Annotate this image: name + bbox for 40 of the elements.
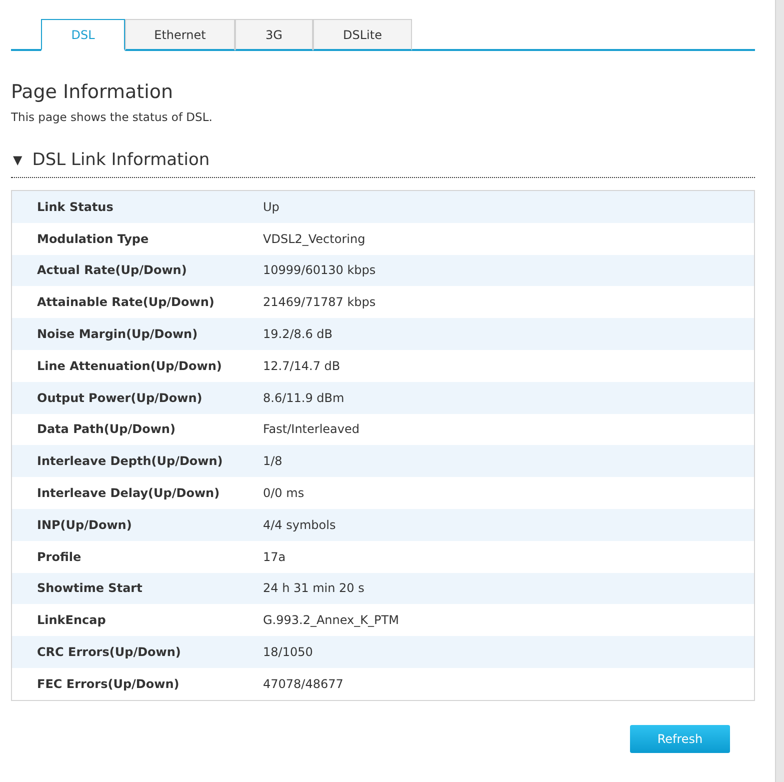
field-label: Interleave Depth(Up/Down) [36, 454, 224, 468]
field-value: Up [263, 200, 280, 214]
tab[interactable]: 3G [235, 19, 313, 51]
field-value: 21469/71787 kbps [263, 295, 376, 310]
page-description: This page shows the status of DSL. [11, 110, 214, 124]
field-label: CRC Errors(Up/Down) [36, 645, 182, 660]
field-label: Data Path(Up/Down) [36, 422, 176, 436]
section-title: DSL Link Information [32, 150, 210, 170]
field-value: 47078/48677 [263, 676, 344, 691]
field-label: Actual Rate(Up/Down) [36, 263, 188, 278]
field-value: 10999/60130 kbps [263, 263, 376, 278]
field-value: 1/8 [263, 454, 282, 468]
field-label: Profile [36, 550, 82, 564]
field-value: 4/4 symbols [263, 518, 336, 532]
field-label: Interleave Delay(Up/Down) [36, 486, 221, 500]
field-value: G.993.2_Annex_K_PTM [263, 613, 399, 628]
field-label: Showtime Start [36, 581, 144, 596]
field-label: INP(Up/Down) [36, 518, 133, 532]
field-label: Link Status [36, 200, 114, 214]
field-value: 8.6/11.9 dBm [263, 390, 344, 405]
field-label: LinkEncap [36, 613, 107, 628]
field-value: 12.7/14.7 dB [263, 358, 340, 373]
field-value: 24 h 31 min 20 s [263, 581, 364, 596]
field-label: Noise Margin(Up/Down) [36, 327, 199, 342]
field-value: VDSL2_Vectoring [263, 232, 366, 246]
collapse-toggle[interactable]: ▼ [11, 153, 22, 167]
field-value: 19.2/8.6 dB [263, 327, 333, 342]
page-title: Page Information [11, 81, 174, 103]
field-label: Output Power(Up/Down) [36, 390, 204, 405]
field-value: Fast/Interleaved [263, 422, 360, 436]
field-label: Modulation Type [36, 232, 150, 246]
field-value: 17a [263, 550, 286, 564]
field-label: FEC Errors(Up/Down) [36, 676, 180, 691]
field-label: Line Attenuation(Up/Down) [36, 358, 223, 373]
field-value: 0/0 ms [263, 486, 304, 500]
field-label: Attainable Rate(Up/Down) [36, 295, 216, 310]
scrollbar[interactable] [775, 0, 784, 782]
field-value: 18/1050 [263, 645, 313, 660]
tab[interactable]: DSLite [313, 19, 412, 51]
tab[interactable]: Ethernet [125, 19, 235, 51]
